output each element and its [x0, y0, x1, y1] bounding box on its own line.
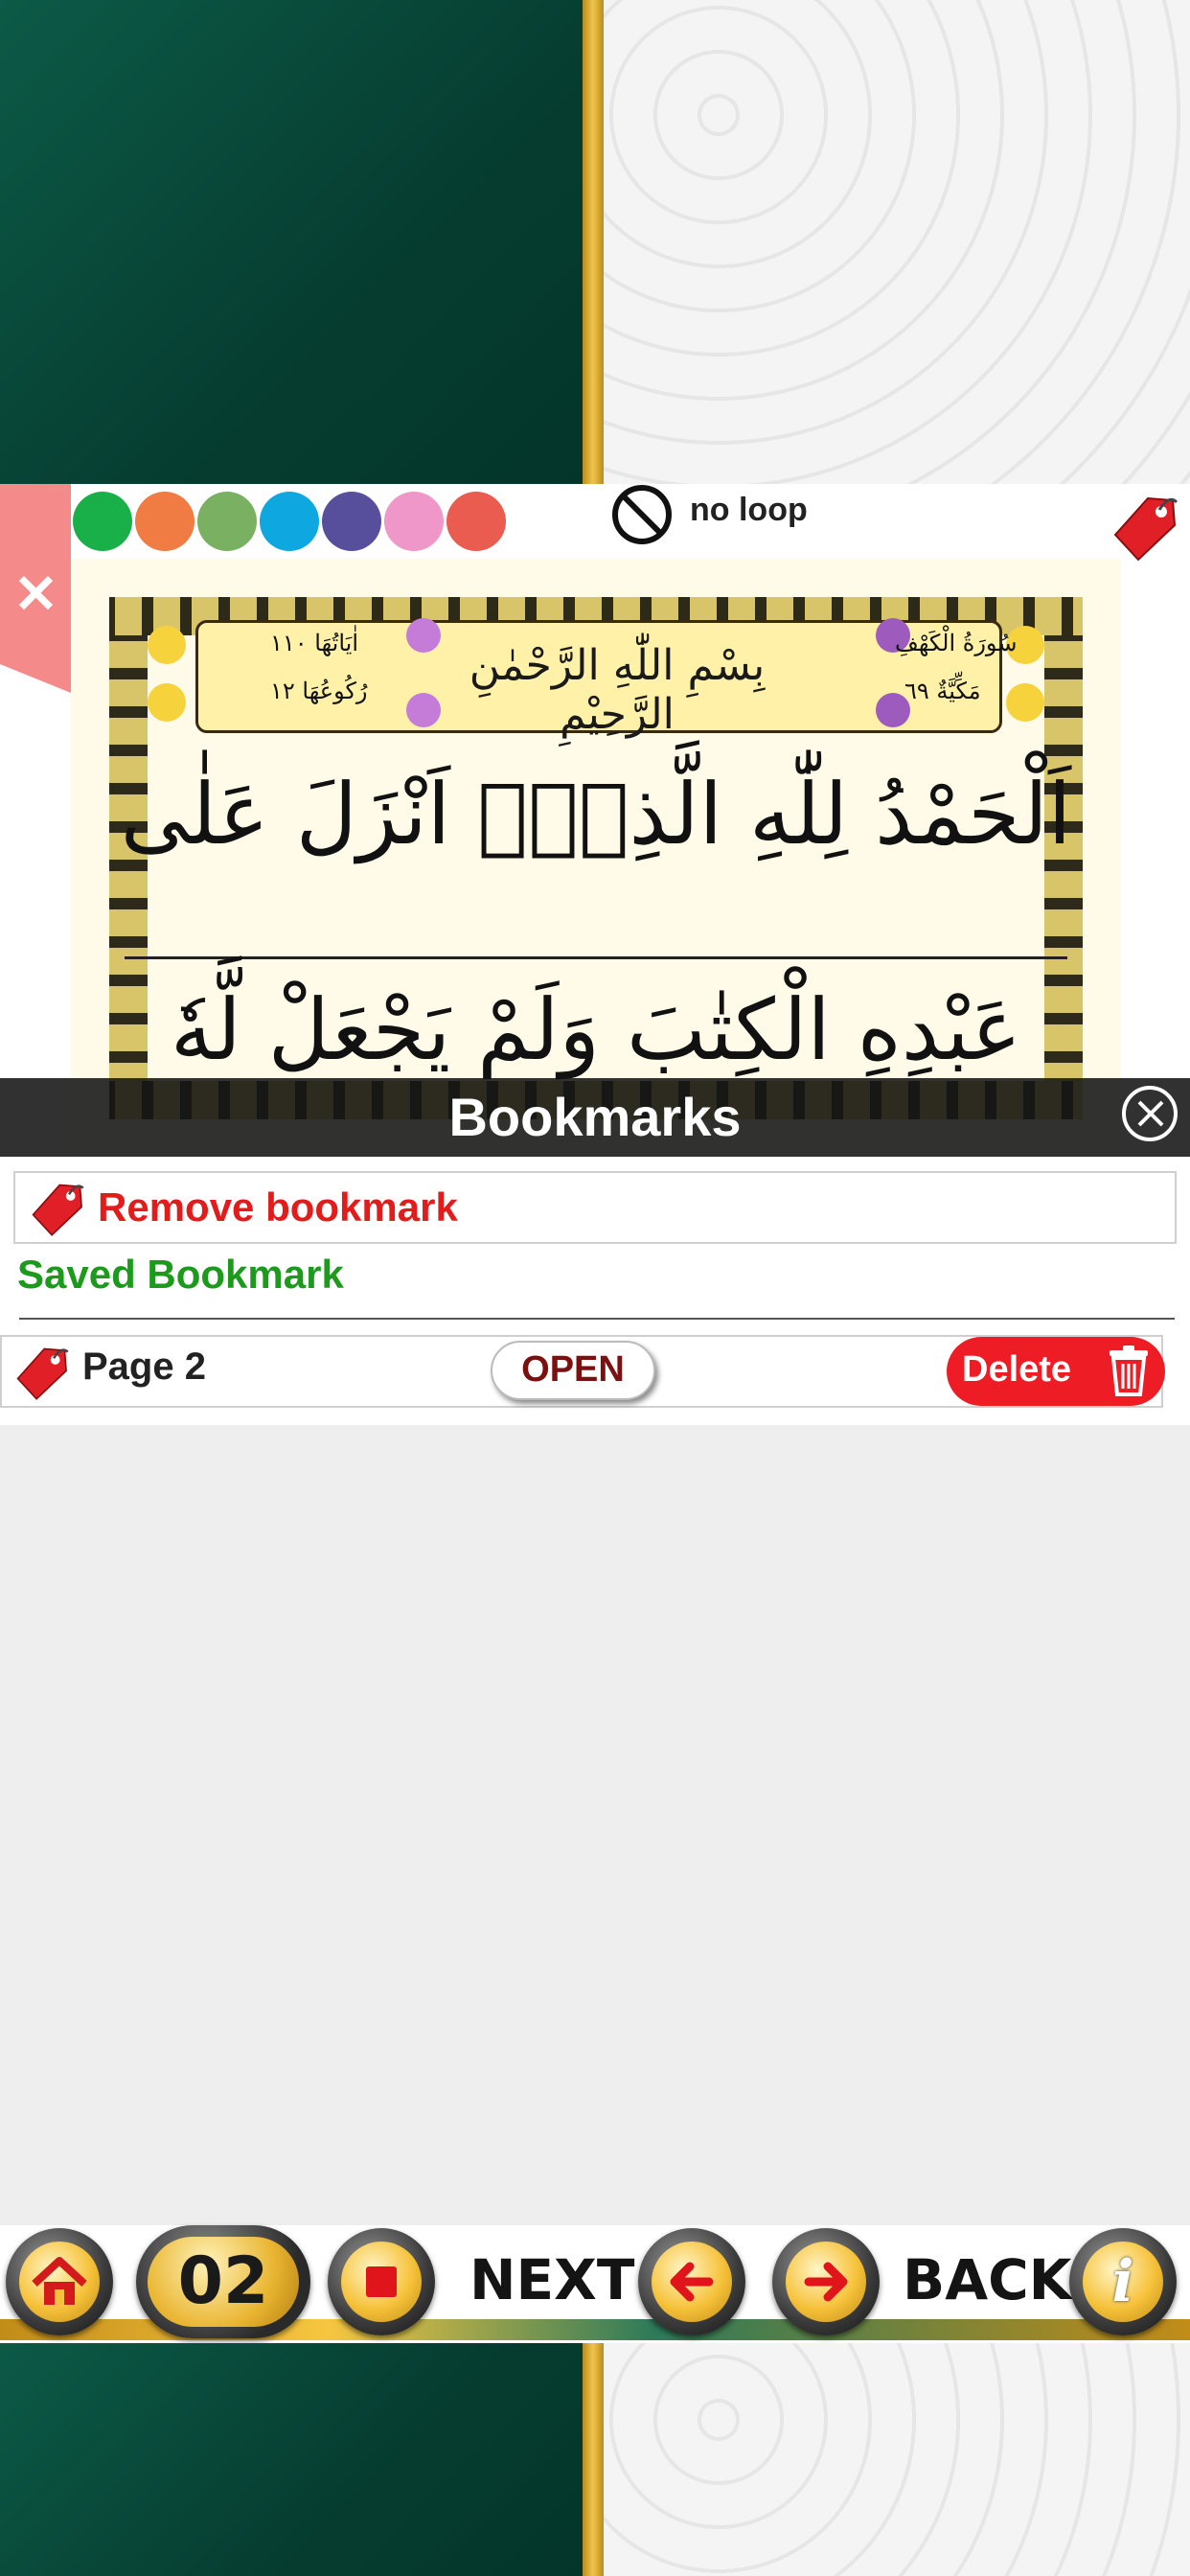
home-icon	[19, 2242, 100, 2322]
back-label[interactable]: BACK	[903, 2247, 1072, 2312]
surah-type: مَكِّيَّةٌ ٦٩	[904, 678, 981, 704]
ayat-count: اٰيَاتُهَا ١١٠	[270, 630, 359, 656]
divider	[19, 1318, 1175, 1320]
close-bookmarks-icon[interactable]	[1122, 1086, 1178, 1141]
arrow-left-icon	[652, 2242, 732, 2322]
bookmark-tag-icon	[11, 1343, 71, 1402]
open-bookmark-button[interactable]: OPEN	[491, 1341, 655, 1400]
ayah-line-1: اَلْحَمْدُ لِلّٰهِ الَّذِیْۤ اَنْزَلَ عَ…	[120, 765, 1072, 863]
color-swatch-blue[interactable]	[260, 492, 319, 551]
saved-bookmark-heading: Saved Bookmark	[17, 1252, 344, 1297]
close-tab[interactable]: ✕	[0, 484, 71, 693]
color-swatch-green[interactable]	[73, 492, 132, 551]
background-gold-strip-bottom	[583, 2343, 604, 2576]
no-loop-icon[interactable]	[611, 484, 673, 545]
quran-page-preview[interactable]: بِسْمِ اللّٰهِ الرَّحْمٰنِ الرَّحِيْمِ س…	[71, 559, 1121, 1158]
background-pattern-top	[604, 0, 1190, 484]
info-icon: i	[1083, 2242, 1163, 2322]
home-button[interactable]	[6, 2228, 113, 2335]
flower-ornament-icon	[148, 626, 186, 664]
flower-ornament-icon	[148, 683, 186, 722]
ruku-count: رُكُوعُهَا ١٢	[270, 678, 368, 704]
background-green-bottom	[0, 2343, 583, 2576]
delete-label: Delete	[962, 1349, 1072, 1390]
bookmark-tag-icon	[27, 1179, 86, 1238]
remove-bookmark-button[interactable]: Remove bookmark	[13, 1171, 1177, 1244]
line-rule	[125, 956, 1067, 959]
color-swatch-olive[interactable]	[197, 492, 257, 551]
stop-icon	[341, 2242, 422, 2322]
remove-bookmark-label[interactable]: Remove bookmark	[98, 1173, 458, 1242]
bookmarks-title: Bookmarks	[448, 1087, 742, 1147]
stop-button[interactable]	[328, 2228, 435, 2335]
ayah-line-2: عَبْدِهِ الْكِتٰبَ وَلَمْ یَجْعَلْ لَّهٗ	[170, 980, 1022, 1079]
bookmarks-header: Bookmarks	[0, 1078, 1190, 1157]
trash-icon	[1106, 1345, 1152, 1396]
loop-mode-label[interactable]: no loop	[690, 492, 808, 529]
page-number: 02	[148, 2237, 299, 2327]
flower-ornament-icon	[1006, 683, 1044, 722]
surah-header: بِسْمِ اللّٰهِ الرَّحْمٰنِ الرَّحِيْمِ س…	[128, 607, 1064, 741]
bismillah-text: بِسْمِ اللّٰهِ الرَّحْمٰنِ الرَّحِيْمِ	[469, 641, 766, 739]
background-gold-strip-top	[583, 0, 604, 484]
bookmark-page-label: Page 2	[82, 1346, 206, 1388]
info-button[interactable]: i	[1069, 2228, 1177, 2335]
arrow-right-icon	[786, 2242, 866, 2322]
surah-name: سُورَةُ الْكَهْفِ	[895, 630, 1018, 656]
page-number-display[interactable]: 02	[136, 2225, 310, 2338]
previous-arrow-button[interactable]	[638, 2228, 745, 2335]
background-green-top	[0, 0, 583, 484]
color-swatch-orange[interactable]	[135, 492, 195, 551]
background-pattern-bottom	[604, 2343, 1190, 2576]
color-swatch-pink[interactable]	[384, 492, 444, 551]
color-swatch-purple[interactable]	[322, 492, 381, 551]
next-arrow-button[interactable]	[772, 2228, 880, 2335]
color-swatch-red[interactable]	[446, 492, 506, 551]
close-icon[interactable]: ✕	[13, 567, 58, 621]
bookmark-tag-icon[interactable]	[1110, 491, 1179, 564]
next-label[interactable]: NEXT	[469, 2247, 634, 2312]
bookmark-item[interactable]: Page 2 OPEN Delete	[0, 1335, 1165, 1408]
delete-bookmark-button[interactable]: Delete	[947, 1337, 1165, 1406]
